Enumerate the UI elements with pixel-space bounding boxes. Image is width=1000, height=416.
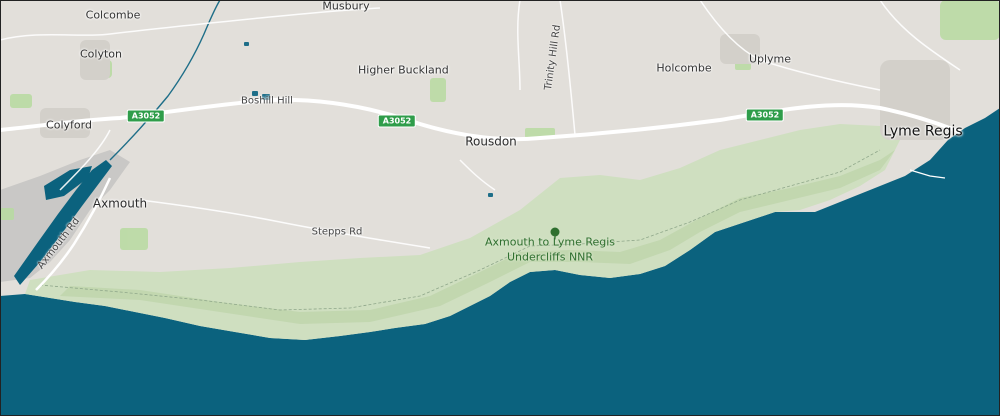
place-label-lyme-regis[interactable]: Lyme Regis xyxy=(883,125,962,139)
place-label-axmouth[interactable]: Axmouth xyxy=(93,197,147,211)
road-label-stepps-rd[interactable]: Stepps Rd xyxy=(312,226,363,239)
road-shield-a3052[interactable]: A3052 xyxy=(126,109,166,123)
place-label-rousdon[interactable]: Rousdon xyxy=(465,135,517,149)
place-label-colyton[interactable]: Colyton xyxy=(80,48,122,61)
road-label-boshill-hill[interactable]: Boshill Hill xyxy=(241,95,293,108)
road-shield-a3052[interactable]: A3052 xyxy=(377,114,417,128)
place-label-colyford[interactable]: Colyford xyxy=(46,119,92,132)
place-label-higher-buckland[interactable]: Higher Buckland xyxy=(358,64,449,77)
map-view[interactable]: Colcombe Musbury Colyton Higher Buckland… xyxy=(0,0,1000,416)
map-canvas xyxy=(0,0,1000,416)
place-label-musbury[interactable]: Musbury xyxy=(322,0,369,13)
place-label-uplyme[interactable]: Uplyme xyxy=(749,53,791,66)
road-shield-a3052[interactable]: A3052 xyxy=(745,108,785,122)
place-label-holcombe[interactable]: Holcombe xyxy=(656,62,711,75)
place-label-colcombe[interactable]: Colcombe xyxy=(86,9,141,22)
nature-reserve-label-line1[interactable]: Axmouth to Lyme Regis xyxy=(485,236,615,249)
nature-reserve-label-line2[interactable]: Undercliffs NNR xyxy=(507,251,593,264)
